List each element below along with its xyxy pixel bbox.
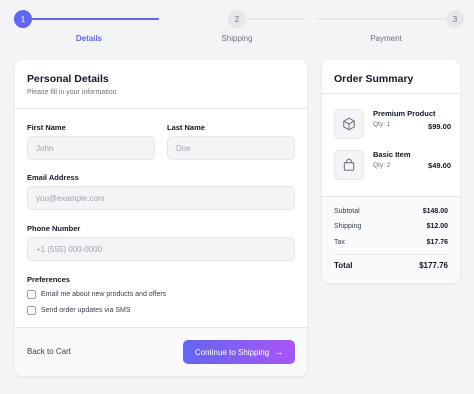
back-to-cart-link[interactable]: Back to Cart [27,347,71,356]
subtotal-value: $148.00 [422,208,448,215]
item-price: $99.00 [428,122,451,131]
continue-to-shipping-button[interactable]: Continue to Shipping → [183,340,295,364]
item-name: Premium Product [373,109,436,118]
totals-divider [334,254,448,255]
card-title: Personal Details [27,73,109,85]
last-name-field[interactable] [167,136,295,160]
order-item: Basic Item Qty: 2 $49.00 [334,150,451,180]
tax-value: $17.76 [426,239,448,246]
step-3-label: Payment [370,34,402,43]
summary-totals: Subtotal $148.00 Shipping $12.00 Tax $17… [322,196,460,283]
pref-sms-option[interactable]: Send order updates via SMS [27,306,131,315]
pref-email-option[interactable]: Email me about new products and offers [27,290,166,299]
phone-field[interactable] [27,237,295,261]
card-header: Personal Details Please fill in your inf… [15,60,307,109]
phone-label: Phone Number [27,224,81,233]
order-summary-card: Order Summary Premium Product Qty: 1 $99… [322,60,460,283]
subtotal-label: Subtotal [334,208,360,215]
summary-header: Order Summary [322,60,460,94]
summary-title: Order Summary [334,73,414,85]
checkout-stepper: 1 2 3 Details Shipping Payment [0,0,474,50]
shipping-row: Shipping $12.00 [334,223,448,230]
shipping-label: Shipping [334,223,362,230]
tax-row: Tax $17.76 [334,239,448,246]
item-name: Basic Item [373,150,411,159]
card-footer: Back to Cart Continue to Shipping → [15,327,307,376]
step-2-label: Shipping [221,34,253,43]
first-name-field[interactable] [27,136,155,160]
total-value: $177.76 [419,261,448,270]
arrow-right-icon: → [274,347,284,357]
total-label: Total [334,261,353,270]
email-field[interactable] [27,186,295,210]
order-item: Premium Product Qty: 1 $99.00 [334,109,451,139]
step-line [246,18,306,20]
step-progress-line [32,18,159,20]
item-price: $49.00 [428,161,451,170]
total-row: Total $177.76 [334,261,448,270]
step-1-label: Details [75,34,103,43]
box-icon [334,109,364,139]
pref-email-label: Email me about new products and offers [41,291,167,298]
continue-button-label: Continue to Shipping [194,347,270,357]
tax-label: Tax [334,239,345,246]
first-name-label: First Name [27,123,66,132]
bag-icon [334,150,364,180]
sms-updates-checkbox[interactable] [27,306,36,315]
step-3-indicator[interactable]: 3 [446,10,464,28]
step-line [317,18,447,20]
step-1-indicator[interactable]: 1 [14,10,32,28]
pref-sms-label: Send order updates via SMS [41,307,131,314]
shipping-value: $12.00 [426,223,448,230]
personal-details-card: Personal Details Please fill in your inf… [15,60,307,376]
card-subtitle: Please fill in your information [27,89,117,96]
email-label: Email Address [27,173,79,182]
subtotal-row: Subtotal $148.00 [334,208,448,215]
preferences-label: Preferences [27,275,70,284]
email-offers-checkbox[interactable] [27,290,36,299]
last-name-label: Last Name [167,123,205,132]
step-2-indicator[interactable]: 2 [228,10,246,28]
